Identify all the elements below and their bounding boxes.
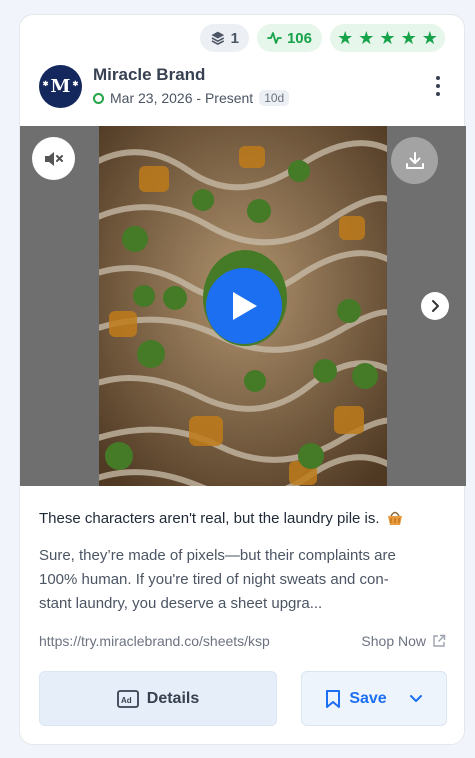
star-icon: ★ <box>337 28 354 48</box>
save-label: Save <box>349 689 387 707</box>
shop-now-label: Shop Now <box>361 633 426 649</box>
star-icon: ★ <box>358 28 375 48</box>
chevron-right-icon <box>432 300 439 312</box>
details-button[interactable]: Ad Details <box>39 671 277 726</box>
basket-icon <box>387 511 402 525</box>
run-dates-row: Mar 23, 2026 - Present 10d <box>93 90 290 106</box>
ad-body: Sure, they’re made of pixels—but their c… <box>39 544 444 616</box>
play-button[interactable] <box>206 268 282 344</box>
chevron-down-icon[interactable] <box>409 694 423 704</box>
star-icon: ★ <box>400 28 417 48</box>
save-button[interactable]: Save <box>301 671 447 726</box>
duration-badge: 10d <box>259 90 290 106</box>
brand-name[interactable]: Miracle Brand <box>93 65 205 85</box>
ad-icon: Ad <box>116 689 139 708</box>
layers-icon <box>211 31 225 45</box>
ad-headline: These characters aren't real, but the la… <box>39 509 444 527</box>
ad-body-line: 100% human. If you're tired of night swe… <box>39 571 389 588</box>
external-link-icon <box>433 634 446 647</box>
avatar[interactable]: ✱ M ✱ <box>39 65 82 108</box>
bookmark-icon <box>326 689 341 708</box>
landing-url[interactable]: https://try.miraclebrand.co/sheets/ksp <box>39 633 270 649</box>
mute-icon <box>44 151 63 166</box>
headline-text: These characters aren't real, but the la… <box>39 509 380 527</box>
rating-stars: ★ ★ ★ ★ ★ <box>330 24 445 52</box>
layers-count: 1 <box>230 29 239 47</box>
svg-text:Ad: Ad <box>121 696 132 705</box>
run-dates: Mar 23, 2026 - Present <box>110 90 254 106</box>
media-preview[interactable] <box>20 126 466 486</box>
star-icon: ★ <box>379 28 396 48</box>
next-media-button[interactable] <box>421 292 449 320</box>
ad-card: 1 106 ★ ★ ★ ★ ★ ✱ M ✱ Miracle Brand Mar 23… <box>19 14 466 745</box>
download-button[interactable] <box>391 137 438 184</box>
active-status-icon <box>93 92 104 104</box>
star-icon: ★ <box>421 28 438 48</box>
activity-count: 106 <box>286 29 312 47</box>
more-options-icon[interactable] <box>428 74 448 98</box>
avatar-letter: M <box>50 76 71 97</box>
activity-badge[interactable]: 106 <box>257 24 322 52</box>
mute-button[interactable] <box>32 137 75 180</box>
ad-body-line: stant laundry, you deserve a sheet upgra… <box>39 595 323 612</box>
details-label: Details <box>146 689 200 707</box>
shop-now-link[interactable]: Shop Now <box>361 633 446 649</box>
badge-row: 1 106 ★ ★ ★ ★ ★ <box>200 24 445 52</box>
ad-body-line: Sure, they’re made of pixels—but their c… <box>39 547 396 564</box>
ad-header: ✱ M ✱ Miracle Brand Mar 23, 2026 - Present… <box>39 63 448 109</box>
layers-badge[interactable]: 1 <box>200 24 249 52</box>
link-row: https://try.miraclebrand.co/sheets/ksp S… <box>39 633 446 649</box>
download-icon <box>405 151 424 169</box>
play-icon <box>233 292 257 320</box>
activity-icon <box>267 32 282 44</box>
